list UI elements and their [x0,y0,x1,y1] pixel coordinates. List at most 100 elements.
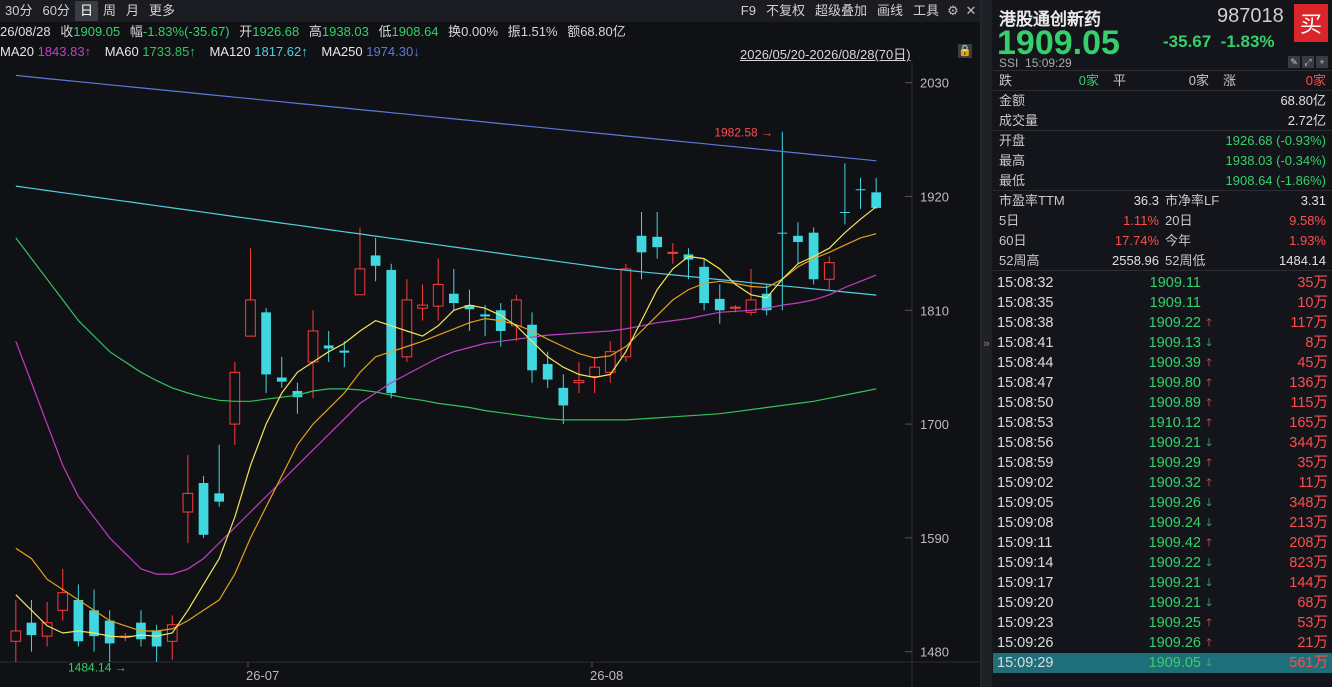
ma250-value: 1974.30↓ [366,44,420,59]
candle[interactable] [370,237,381,282]
candle[interactable] [354,227,366,296]
ytd-label: 今年 [1165,233,1192,248]
w52h-value: 2558.96 [1112,253,1159,268]
tick-time: 15:08:35 [997,295,1054,311]
ma120-line [15,185,877,296]
ma10-line [15,233,877,632]
tick-time: 15:08:44 [997,355,1054,371]
candle[interactable] [573,362,585,394]
tab-30min[interactable]: 30分 [0,1,37,21]
candle[interactable] [527,312,537,383]
date-range[interactable]: 2026/05/20-2026/08/28(70日) [740,44,911,63]
expand-icon[interactable]: ⤢ [1302,56,1314,68]
panel-splitter[interactable]: » [980,0,992,687]
tick-row: 15:08:32 1909.11 35万 [993,273,1332,293]
info-amp: 幅-1.83%(-35.67) [130,24,230,39]
gear-icon[interactable]: ⚙ [944,2,962,20]
candle[interactable] [229,362,241,445]
info-amount: 额68.80亿 [567,24,626,39]
pb-label: 市净率LF [1165,193,1220,208]
tick-price: 1909.11 [1149,275,1201,291]
tick-arrow-icon: 🡓 [1206,577,1212,589]
flat-label: 平 [1113,73,1127,88]
candle[interactable] [604,341,616,383]
candle[interactable] [667,243,679,264]
candle[interactable] [511,294,522,342]
candle[interactable] [386,263,397,399]
chart-panel: 30分 60分 日 周 月 更多 F9 不复权 超级叠加 画线 工具 ⚙ ✕ 2… [0,0,980,687]
pe-value: 36.3 [1133,193,1159,208]
candle[interactable] [840,163,850,225]
candle[interactable] [41,602,53,647]
candle[interactable] [855,177,866,209]
tick-price: 1909.29 [1148,455,1201,471]
candle[interactable] [620,263,632,362]
candle[interactable] [261,308,271,394]
close-icon[interactable]: ✕ [962,2,980,20]
no-adjust-button[interactable]: 不复权 [761,1,810,21]
buy-button[interactable]: 买 [1294,4,1328,42]
close-value: 1909.05 [73,24,121,39]
flat-count: 0家 [1188,73,1209,88]
tick-time: 15:09:02 [997,475,1054,491]
candle[interactable] [793,222,803,264]
edit-icon[interactable]: ✎ [1288,56,1300,68]
candle[interactable] [652,212,663,259]
candle[interactable] [89,589,99,652]
candle[interactable] [714,284,725,324]
candle[interactable] [448,268,459,311]
candle[interactable] [10,599,22,662]
w52l-value: 1484.14 [1279,253,1326,268]
candle[interactable] [307,310,319,399]
tick-arrow-icon: 🡑 [1206,417,1212,429]
candle[interactable] [166,615,178,660]
candle[interactable] [323,330,334,362]
candle[interactable] [636,212,647,280]
tab-more[interactable]: 更多 [144,1,180,21]
tick-price: 1909.42 [1148,535,1201,551]
candle[interactable] [417,284,428,321]
candle[interactable] [432,258,444,321]
candle[interactable] [57,568,69,621]
tab-day[interactable]: 日 [74,1,98,21]
tick-arrow-icon: 🡓 [1206,657,1212,669]
candle[interactable] [276,356,287,388]
high-label: 最高 [999,153,1026,168]
candle[interactable] [198,475,209,538]
candle[interactable] [823,256,835,290]
candle[interactable] [136,610,146,647]
tick-price: 1909.11 [1149,295,1201,311]
tick-arrow-icon: 🡑 [1206,457,1212,469]
candle[interactable] [683,248,694,280]
tick-volume: 10万 [1297,295,1328,311]
candle[interactable] [214,444,225,507]
candle[interactable] [589,356,600,394]
draw-line-button[interactable]: 画线 [872,1,908,21]
kline-chart[interactable]: 2030 1920 1810 1700 1590 1480 26-07 26-08 1982.5… [0,62,980,687]
candle[interactable] [761,284,772,316]
candle[interactable] [292,382,303,414]
candle[interactable] [871,177,882,209]
add-icon[interactable]: + [1316,56,1328,68]
f9-button[interactable]: F9 [736,1,761,21]
overlay-button[interactable]: 超级叠加 [810,1,872,21]
candle[interactable] [495,303,506,347]
y-tick-label: 1810 [920,303,949,318]
tick-row: 15:09:14 1909.22 🡓 823万 [993,553,1332,573]
open-label: 开盘 [999,133,1026,148]
tab-week[interactable]: 周 [98,1,121,21]
tab-month[interactable]: 月 [121,1,144,21]
candle[interactable] [401,279,413,362]
tick-time: 15:08:38 [997,315,1054,331]
candle[interactable] [73,584,84,647]
candle[interactable] [182,455,194,544]
tools-button[interactable]: 工具 [908,1,944,21]
tick-arrow-icon: 🡓 [1206,597,1212,609]
ma120-value: 1817.62↑ [254,44,308,59]
low-annotation: 1484.14 → [68,660,127,674]
candle[interactable] [464,289,475,331]
lock-icon[interactable]: 🔒 [958,44,972,58]
candle[interactable] [245,248,256,337]
tab-60min[interactable]: 60分 [37,1,74,21]
candle[interactable] [558,374,569,425]
